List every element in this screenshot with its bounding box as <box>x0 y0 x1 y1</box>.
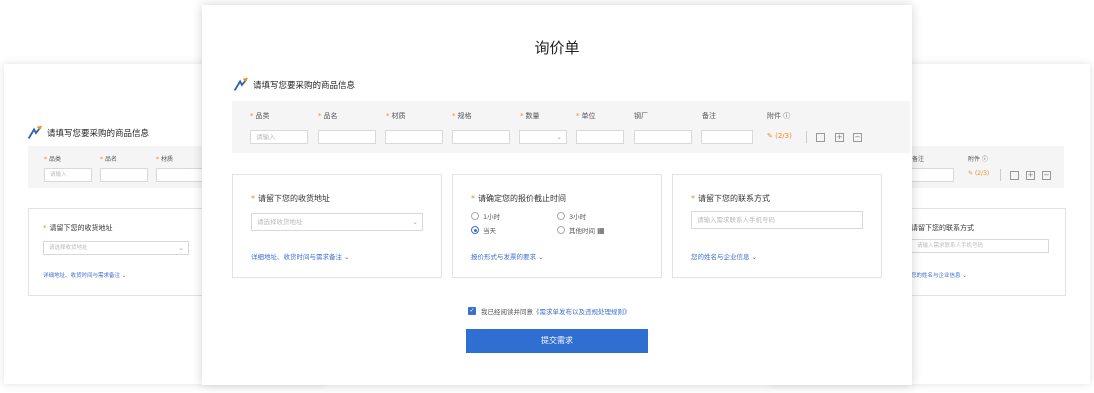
brand-logo-icon <box>233 77 249 91</box>
address-panel-bg: * 请留下您的收货地址 请选择收货地址 ⌄ 详细地址、收货时间与需求备注 ⌄ <box>28 208 228 296</box>
deadline-option-other[interactable]: 其他时间 ▦ <box>557 225 605 235</box>
name-input[interactable] <box>318 130 376 144</box>
contact-panel: * 请留下您的联系方式 请输入需求联系人手机号码 您的姓名与企业信息 ⌄ <box>672 174 882 278</box>
col-label-category: * 品类 <box>250 112 270 120</box>
contact-expand-link[interactable]: 您的姓名与企业信息 ⌄ <box>911 271 967 279</box>
deadline-option-1h[interactable]: 1小时 <box>471 211 500 221</box>
address-select[interactable]: 请选择收货地址 ⌄ <box>251 213 423 231</box>
remark-input[interactable] <box>701 130 753 144</box>
contact-panel-title: 请留下您的联系方式 <box>911 224 974 232</box>
address-panel: * 请留下您的收货地址 请选择收货地址 ⌄ 详细地址、收货时间与需求备注 ⌄ <box>232 174 442 278</box>
quantity-select[interactable]: ⌄ <box>519 130 567 144</box>
contact-phone-input[interactable]: 请输入需求联系人手机号码 <box>691 211 863 229</box>
steel-mill-input[interactable] <box>634 130 692 144</box>
address-panel-title: * 请留下您的收货地址 <box>251 194 330 203</box>
calendar-icon[interactable]: ▦ <box>597 226 605 235</box>
material-input-bg[interactable] <box>156 168 204 182</box>
add-row-icon[interactable]: + <box>835 133 844 142</box>
chevron-down-icon: ⌄ <box>556 133 562 141</box>
divider <box>1000 169 1001 181</box>
chevron-down-icon: ⌄ <box>412 218 418 226</box>
col-label-remark: 备注 <box>912 156 925 163</box>
address-expand-link[interactable]: 详细地址、收货时间与需求备注 ⌄ <box>251 251 350 261</box>
chevron-down-icon: ⌄ <box>178 244 184 252</box>
col-label-remark: 备注 <box>702 112 716 120</box>
col-label-attachment: 附件 ⓘ <box>767 112 791 120</box>
info-icon[interactable]: ⓘ <box>783 112 790 120</box>
col-label-category: * 品类 <box>44 156 62 163</box>
chevron-down-icon: ⌄ <box>344 253 350 261</box>
add-row-icon[interactable]: + <box>1026 171 1035 180</box>
product-section-heading-bg: 请填写您要采购的商品信息 <box>26 124 149 142</box>
category-input[interactable]: 请输入 <box>250 130 308 144</box>
radio-icon <box>471 212 479 220</box>
col-label-steel-mill: 钢厂 <box>634 112 648 120</box>
col-label-material: * 材质 <box>156 156 174 163</box>
agreement-checkbox[interactable]: ✓ <box>468 307 476 315</box>
contact-phone-input-bg[interactable]: 请输入需求联系人手机号码 <box>911 239 1049 253</box>
material-input[interactable] <box>385 130 443 144</box>
product-grid: * 品类 * 品名 * 材质 * 规格 * 数量 * 单位 钢厂 备注 附件 ⓘ 请输入 ⌄… <box>232 101 910 153</box>
paperclip-icon: ✎ <box>767 132 773 140</box>
attachment-link-bg[interactable]: ✎ (2/3) <box>968 170 989 177</box>
copy-row-icon[interactable] <box>1010 171 1019 180</box>
col-label-name: * 品名 <box>100 156 118 163</box>
deadline-panel: * 请确定您的报价截止时间 1小时 3小时 当天 其他时间 ▦ 报价形式与发票的要… <box>452 174 662 278</box>
remove-row-icon[interactable]: − <box>853 133 862 142</box>
col-label-unit: * 单位 <box>576 112 596 120</box>
radio-selected-icon <box>471 226 479 234</box>
remove-row-icon[interactable]: − <box>1042 171 1051 180</box>
divider <box>806 131 807 143</box>
col-label-attachment: 附件 ⓘ <box>968 156 988 163</box>
product-section-heading: 请填写您要采购的商品信息 <box>232 76 355 94</box>
unit-input[interactable] <box>576 130 624 144</box>
col-label-spec: * 规格 <box>452 112 472 120</box>
address-expand-link[interactable]: 详细地址、收货时间与需求备注 ⌄ <box>43 271 126 279</box>
chevron-down-icon: ⌄ <box>538 253 544 261</box>
attachment-link[interactable]: ✎ (2/3) <box>767 132 792 140</box>
contact-panel-title: * 请留下您的联系方式 <box>691 194 770 203</box>
product-section-title: 请填写您要采购的商品信息 <box>253 81 356 91</box>
address-panel-title: * 请留下您的收货地址 <box>43 224 113 232</box>
deadline-option-today[interactable]: 当天 <box>471 225 496 235</box>
col-label-quantity: * 数量 <box>520 112 540 120</box>
deadline-expand-link[interactable]: 报价形式与发票的要求 ⌄ <box>471 251 544 261</box>
col-label-material: * 材质 <box>386 112 406 120</box>
brand-logo-icon <box>27 125 43 139</box>
deadline-panel-title: * 请确定您的报价截止时间 <box>471 194 566 203</box>
category-input-bg[interactable]: 请输入 <box>44 168 92 182</box>
copy-row-icon[interactable] <box>816 133 825 142</box>
spec-input[interactable] <box>452 130 510 144</box>
name-input-bg[interactable] <box>100 168 148 182</box>
submit-button[interactable]: 提交需求 <box>466 329 648 353</box>
page-title: 询价单 <box>534 39 580 57</box>
radio-icon <box>557 212 565 220</box>
deadline-option-3h[interactable]: 3小时 <box>557 211 586 221</box>
chevron-down-icon: ⌄ <box>751 253 758 261</box>
radio-icon <box>557 226 565 234</box>
address-select-bg[interactable]: 请选择收货地址 ⌄ <box>43 241 189 255</box>
contact-expand-link[interactable]: 您的姓名与企业信息 ⌄ <box>691 251 757 261</box>
col-label-name: * 品名 <box>318 112 338 120</box>
inquiry-form-card: 询价单 请填写您要采购的商品信息 * 品类 * 品名 * 材质 * 规格 * 数量 * 单位… <box>202 5 912 385</box>
agreement-row: ✓ 我已经阅读并同意 《需求单发布以及违规处理规则》 <box>468 306 631 316</box>
agreement-text: 我已经阅读并同意 <box>481 308 533 316</box>
product-section-title: 请填写您要采购的商品信息 <box>47 129 150 139</box>
agreement-rules-link[interactable]: 《需求单发布以及违规处理规则》 <box>533 306 631 316</box>
